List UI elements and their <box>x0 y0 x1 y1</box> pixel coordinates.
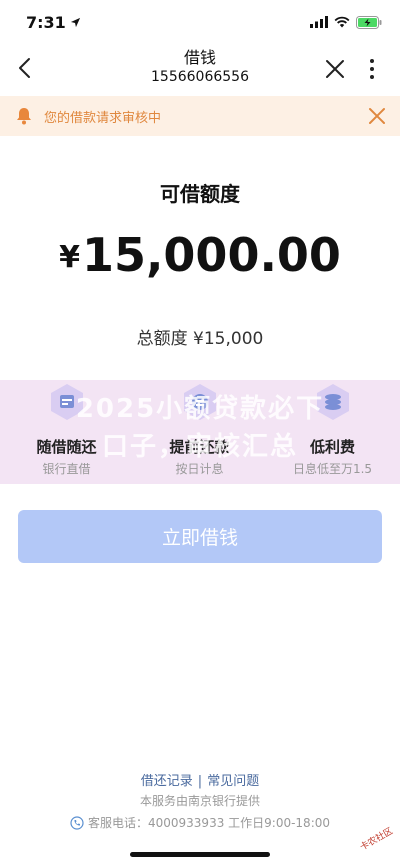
feature-title: 提前还款 <box>169 438 230 456</box>
faq-link[interactable]: 常见问题 <box>207 774 259 789</box>
nav-bar: 借钱 15566066556 <box>0 44 400 92</box>
back-icon[interactable] <box>12 54 40 82</box>
close-icon[interactable] <box>322 56 348 82</box>
wallet-icon <box>183 384 216 420</box>
features-strip: 随借随还 银行直借 提前还款 按日计息 低利费 日息低至万1.5 <box>0 380 400 484</box>
calendar-icon <box>50 384 83 420</box>
phone-icon <box>70 815 84 830</box>
service-text: 客服电话：4000933933 工作日9:00-18:00 <box>87 816 331 830</box>
service-line: 客服电话：4000933933 工作日9:00-18:00 <box>0 814 400 831</box>
notice-close-icon[interactable] <box>366 105 388 127</box>
feature-item: 低利费 日息低至万1.5 <box>266 380 399 484</box>
time-text: 7:31 <box>26 12 66 32</box>
location-arrow-icon <box>70 17 80 27</box>
link-separator: | <box>197 774 203 789</box>
more-icon[interactable] <box>362 56 382 82</box>
status-bar: 7:31 <box>0 0 400 44</box>
feature-item: 随借随还 银行直借 <box>0 380 133 484</box>
signal-icon <box>310 16 328 28</box>
borrow-now-button[interactable]: 立即借钱 <box>18 510 382 563</box>
home-indicator[interactable] <box>130 852 270 857</box>
feature-title: 随借随还 <box>36 438 97 456</box>
status-time: 7:31 <box>26 13 81 32</box>
credit-amount: ¥15,000.00 <box>0 228 400 282</box>
wifi-icon <box>334 16 350 28</box>
feature-title: 低利费 <box>309 438 355 456</box>
notice-text: 您的借款请求审核中 <box>44 111 162 126</box>
page: 7:31 借钱 15566066556 您的借款请求审核中 可借额度 ¥15,0… <box>0 0 400 866</box>
feature-desc: 银行直借 <box>42 462 91 476</box>
feature-desc: 按日计息 <box>175 462 224 476</box>
nav-title-block: 借钱 15566066556 <box>100 48 300 86</box>
provider-text: 本服务由南京银行提供 <box>139 794 260 808</box>
credit-title: 可借额度 <box>160 182 240 206</box>
status-icons <box>310 15 382 29</box>
coins-icon <box>316 384 349 420</box>
credit-amount-value: 15,000.00 <box>81 228 341 282</box>
nav-subtitle: 15566066556 <box>151 69 249 85</box>
notice-banner: 您的借款请求审核中 <box>0 96 400 136</box>
footer-links: 借还记录 | 常见问题 <box>0 770 400 789</box>
bell-icon <box>17 108 31 125</box>
currency-symbol: ¥ <box>59 240 80 275</box>
nav-title: 借钱 <box>183 48 216 67</box>
feature-desc: 日息低至万1.5 <box>292 462 373 476</box>
feature-item: 提前还款 按日计息 <box>133 380 266 484</box>
records-link[interactable]: 借还记录 <box>141 774 193 789</box>
total-credit: 总额度 ¥15,000 <box>136 329 264 349</box>
battery-charging-icon <box>356 15 382 29</box>
